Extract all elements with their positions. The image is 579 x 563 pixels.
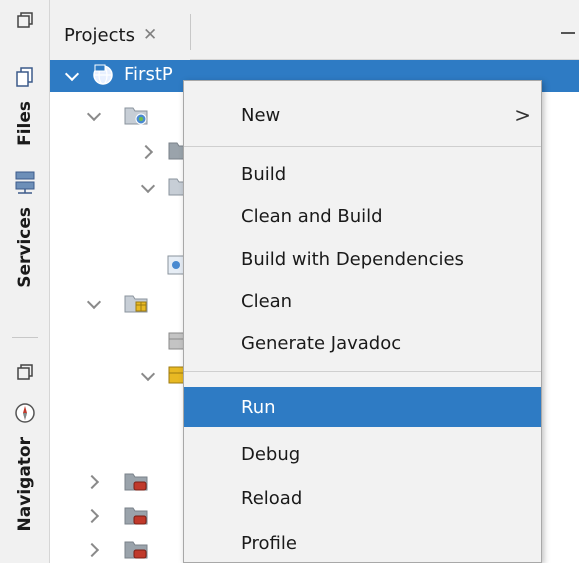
menu-item-build-with-dependencies-label: Build with Dependencies xyxy=(241,248,464,270)
menu-item-clean-label: Clean xyxy=(241,290,293,312)
menu-item-profile[interactable]: Profile xyxy=(184,523,541,563)
menu-item-run[interactable]: Run xyxy=(184,387,541,427)
services-tab-label: Services xyxy=(15,207,35,288)
menu-item-generate-javadoc-label: Generate Javadoc xyxy=(241,332,402,354)
chevron-down-icon[interactable] xyxy=(88,110,100,122)
menu-item-clean-and-build[interactable]: Clean and Build xyxy=(184,196,541,236)
projects-tab-bar: Projects ✕ xyxy=(50,0,579,60)
tab-projects-title: Projects xyxy=(64,24,135,46)
menu-item-profile-label: Profile xyxy=(241,532,297,554)
menu-item-debug-label: Debug xyxy=(241,443,301,465)
menu-item-reload-label: Reload xyxy=(241,487,303,509)
chevron-down-icon[interactable] xyxy=(142,182,154,194)
menu-separator xyxy=(184,146,541,147)
menu-item-reload[interactable]: Reload xyxy=(184,478,541,518)
tab-projects[interactable]: Projects ✕ xyxy=(50,10,190,60)
chevron-right-icon[interactable] xyxy=(88,476,100,488)
menu-item-debug[interactable]: Debug xyxy=(184,434,541,474)
menu-item-generate-javadoc[interactable]: Generate Javadoc xyxy=(184,323,541,363)
source-folder-icon xyxy=(124,292,148,314)
menu-item-run-label: Run xyxy=(241,396,276,418)
tab-divider xyxy=(190,14,191,50)
files-icon xyxy=(15,66,35,93)
close-icon[interactable]: ✕ xyxy=(143,25,157,45)
minimize-icon[interactable] xyxy=(555,22,579,42)
navigator-tab[interactable]: Navigator xyxy=(0,402,50,531)
library-folder-icon xyxy=(124,538,148,560)
chevron-right-icon[interactable] xyxy=(88,510,100,522)
left-dock: Files Services Navigator xyxy=(0,0,50,563)
compass-icon xyxy=(14,402,36,429)
chevron-right-icon[interactable] xyxy=(88,544,100,556)
services-tab[interactable]: Services xyxy=(0,170,50,288)
menu-item-build[interactable]: Build xyxy=(184,154,541,194)
menu-item-new[interactable]: New > xyxy=(184,95,541,135)
files-tab[interactable]: Files xyxy=(0,66,50,146)
menu-separator xyxy=(184,371,541,372)
library-folder-icon xyxy=(124,470,148,492)
restore-navigator-icon[interactable] xyxy=(8,358,42,386)
menu-item-build-label: Build xyxy=(241,163,287,185)
dock-separator xyxy=(12,337,38,338)
chevron-right-icon: > xyxy=(514,103,531,127)
restore-window-icon[interactable] xyxy=(8,6,42,34)
navigator-tab-label: Navigator xyxy=(15,437,35,532)
menu-item-build-with-dependencies[interactable]: Build with Dependencies xyxy=(184,239,541,279)
tree-root-label: FirstP xyxy=(124,64,173,85)
menu-item-clean[interactable]: Clean xyxy=(184,281,541,321)
chevron-down-icon[interactable] xyxy=(88,298,100,310)
context-menu: New > Build Clean and Build Build with D… xyxy=(183,80,542,563)
chevron-down-icon[interactable] xyxy=(142,370,154,382)
chevron-right-icon[interactable] xyxy=(142,146,154,158)
chevron-down-icon[interactable] xyxy=(66,70,78,82)
web-project-icon xyxy=(92,64,114,86)
menu-item-clean-and-build-label: Clean and Build xyxy=(241,205,383,227)
menu-item-new-label: New xyxy=(241,104,281,126)
files-tab-label: Files xyxy=(15,101,35,146)
services-icon xyxy=(14,170,36,199)
web-folder-icon xyxy=(124,104,148,126)
library-folder-icon xyxy=(124,504,148,526)
